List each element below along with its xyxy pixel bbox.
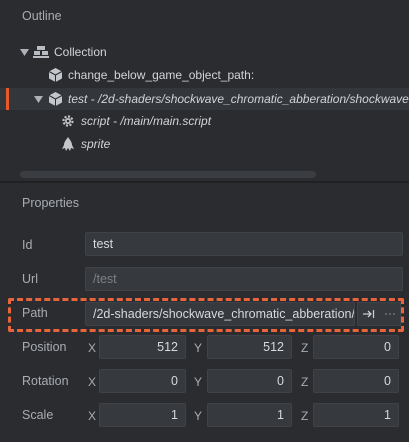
url-label: Url: [22, 272, 38, 286]
rotation-x-field[interactable]: 0: [99, 369, 186, 393]
tree-item-label: Collection: [54, 45, 107, 59]
tree-item-label: test - /2d-shaders/shockwave_chromatic_a…: [68, 92, 409, 106]
position-label: Position: [22, 340, 67, 354]
path-field[interactable]: /2d-shaders/shockwave_chromatic_abberati…: [85, 302, 355, 326]
browse-path-button[interactable]: [379, 303, 400, 325]
tree-item-test[interactable]: test - /2d-shaders/shockwave_chromatic_a…: [0, 88, 409, 110]
position-y-axis-label: Y: [194, 341, 203, 355]
tree-item-label: script - /main/main.script: [81, 114, 212, 128]
gear-icon: [60, 113, 76, 129]
position-x-axis-label: X: [88, 341, 97, 355]
tree-item-script[interactable]: script - /main/main.script: [0, 110, 409, 132]
rotation-y-axis-label: Y: [194, 375, 203, 389]
rotation-y-field[interactable]: 0: [207, 369, 292, 393]
scale-label: Scale: [22, 408, 54, 422]
rotation-z-axis-label: Z: [301, 375, 309, 389]
rotation-x-axis-label: X: [88, 375, 97, 389]
tree-item-label: sprite: [81, 137, 111, 151]
path-buttons: [357, 302, 401, 326]
scale-x-field[interactable]: 1: [99, 403, 186, 427]
outline-title: Outline: [22, 9, 62, 23]
tree-item-label: change_below_game_object_path:: [68, 68, 255, 82]
scale-y-field[interactable]: 1: [207, 403, 292, 427]
position-z-axis-label: Z: [301, 341, 309, 355]
goto-path-button[interactable]: [358, 303, 379, 325]
position-z-field[interactable]: 0: [313, 335, 399, 359]
url-field[interactable]: /test: [85, 267, 403, 291]
path-label: Path: [22, 306, 48, 320]
id-field[interactable]: test: [85, 232, 403, 256]
scale-y-axis-label: Y: [194, 409, 203, 423]
panel-splitter[interactable]: [0, 181, 409, 183]
position-x-field[interactable]: 512: [99, 335, 186, 359]
outline-horizontal-scrollbar[interactable]: [20, 171, 316, 178]
scale-x-axis-label: X: [88, 409, 97, 423]
id-label: Id: [22, 238, 33, 252]
game-object-icon: [47, 67, 63, 83]
tree-item-collection[interactable]: Collection: [0, 41, 409, 63]
selection-marker: [6, 88, 9, 110]
scale-z-field[interactable]: 1: [313, 403, 399, 427]
tree-item-game-object[interactable]: change_below_game_object_path:: [0, 64, 409, 86]
properties-title: Properties: [22, 196, 79, 210]
tree-item-sprite[interactable]: sprite: [0, 133, 409, 155]
sprite-icon: [60, 136, 76, 152]
game-object-icon: [47, 91, 63, 107]
scale-z-axis-label: Z: [301, 409, 309, 423]
position-y-field[interactable]: 512: [207, 335, 292, 359]
expand-arrow-icon[interactable]: [33, 95, 43, 103]
rotation-z-field[interactable]: 0: [313, 369, 399, 393]
rotation-label: Rotation: [22, 374, 69, 388]
collection-icon: [33, 44, 49, 60]
expand-arrow-icon[interactable]: [19, 48, 29, 56]
